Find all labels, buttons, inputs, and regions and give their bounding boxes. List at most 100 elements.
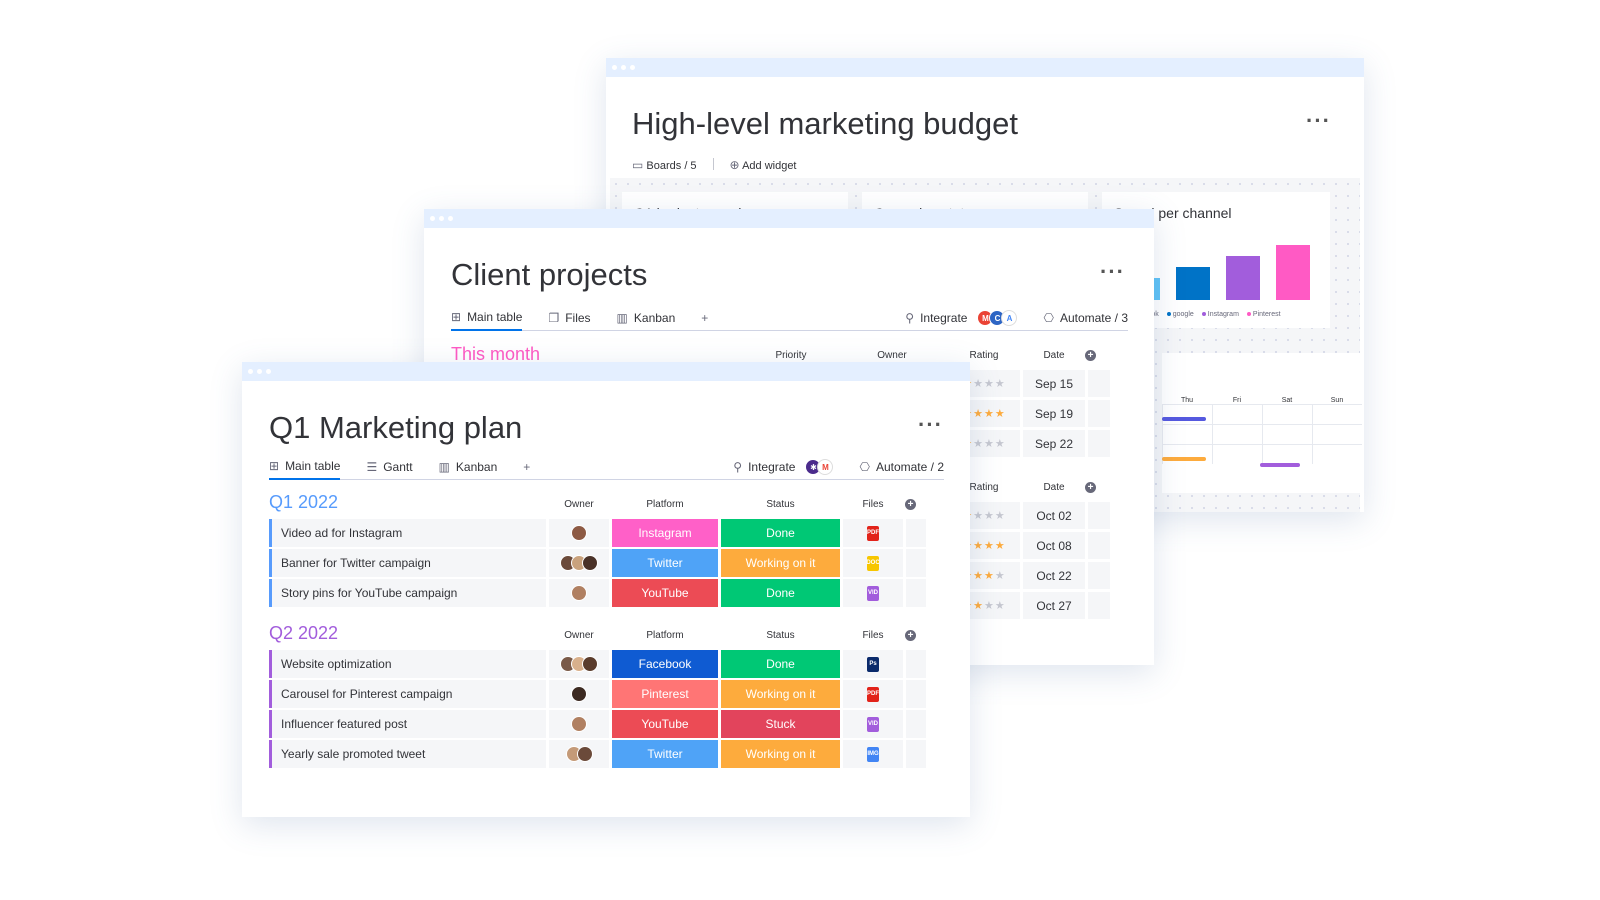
table-row[interactable]: Influencer featured post YouTube Stuck V… (269, 710, 926, 738)
files-cell[interactable]: IMG (843, 740, 903, 768)
table-row[interactable]: Carousel for Pinterest campaign Pinteres… (269, 680, 926, 708)
table-row[interactable]: Video ad for Instagram Instagram Done PD… (269, 519, 926, 547)
table-row[interactable]: ★★★★ Sep 22 (948, 430, 1110, 457)
status-cell[interactable]: Done (721, 579, 840, 607)
group-title[interactable]: Q2 2022 (269, 623, 338, 644)
add-view-button[interactable]: + (523, 455, 530, 480)
pdf-file-icon[interactable]: PDF (867, 525, 879, 541)
files-cell[interactable]: Ps (843, 650, 903, 678)
image-file-icon[interactable]: IMG (867, 746, 879, 762)
bar-instagram (1226, 256, 1260, 300)
doc-file-icon[interactable]: DOC (866, 555, 880, 571)
tab-kanban[interactable]: ▥ Kanban (439, 455, 498, 480)
table-row[interactable]: Website optimization Facebook Done Ps (269, 650, 926, 678)
files-cell[interactable]: VID (843, 579, 903, 607)
avatar (571, 716, 587, 732)
video-file-icon[interactable]: VID (867, 585, 879, 601)
item-name[interactable]: Influencer featured post (269, 710, 546, 738)
boards-link[interactable]: ▭ Boards / 5 (632, 158, 697, 172)
item-name[interactable]: Story pins for YouTube campaign (269, 579, 546, 607)
photoshop-file-icon[interactable]: Ps (867, 656, 879, 672)
status-cell[interactable]: Working on it (721, 740, 840, 768)
item-name[interactable]: Website optimization (269, 650, 546, 678)
calendar-event[interactable] (1162, 457, 1206, 461)
status-cell[interactable]: Done (721, 519, 840, 547)
item-name[interactable]: Banner for Twitter campaign (269, 549, 546, 577)
platform-cell[interactable]: YouTube (612, 710, 718, 738)
platform-cell[interactable]: YouTube (612, 579, 718, 607)
tab-main-table[interactable]: ⊞ Main table (269, 455, 341, 480)
status-cell[interactable]: Working on it (721, 549, 840, 577)
status-cell[interactable]: Stuck (721, 710, 840, 738)
integrate-button[interactable]: ⚲ Integrate ✱ M (733, 455, 834, 480)
table-row[interactable]: ★★★★ Oct 08 (948, 532, 1110, 559)
platform-cell[interactable]: Pinterest (612, 680, 718, 708)
avatar (582, 555, 598, 571)
table-row[interactable]: ★★★ ★ Oct 22 (948, 562, 1110, 589)
status-cell[interactable]: Working on it (721, 680, 840, 708)
integrate-button[interactable]: ⚲ Integrate MCA (905, 306, 1018, 331)
calendar-week (1162, 404, 1362, 424)
more-options-icon[interactable]: ··· (1306, 110, 1331, 132)
add-column-icon[interactable]: + (905, 499, 916, 510)
date-cell[interactable]: Sep 15 (1023, 370, 1085, 397)
tab-kanban[interactable]: ▥ Kanban (617, 306, 676, 331)
board-icon: ▭ (632, 158, 644, 172)
files-cell[interactable]: PDF (843, 519, 903, 547)
platform-cell[interactable]: Facebook (612, 650, 718, 678)
files-cell[interactable]: PDF (843, 680, 903, 708)
add-widget-button[interactable]: ⊕ Add widget (730, 158, 797, 172)
table-row[interactable]: ★★★★ Sep 15 (948, 370, 1110, 397)
pdf-file-icon[interactable]: PDF (867, 686, 879, 702)
date-cell[interactable]: Oct 22 (1023, 562, 1085, 589)
item-name[interactable]: Carousel for Pinterest campaign (269, 680, 546, 708)
files-cell[interactable]: DOC (843, 549, 903, 577)
add-column-icon[interactable]: + (1085, 350, 1096, 361)
owner-cell[interactable] (549, 519, 609, 547)
table-row[interactable]: Banner for Twitter campaign Twitter Work… (269, 549, 926, 577)
table-row[interactable]: Yearly sale promoted tweet Twitter Worki… (269, 740, 926, 768)
automate-button[interactable]: ⎔ Automate / 3 (1043, 306, 1128, 331)
date-cell[interactable]: Sep 22 (1023, 430, 1085, 457)
status-cell[interactable]: Done (721, 650, 840, 678)
platform-cell[interactable]: Twitter (612, 740, 718, 768)
video-file-icon[interactable]: VID (867, 716, 879, 732)
platform-cell[interactable]: Instagram (612, 519, 718, 547)
table-row[interactable]: ★★ ★★ Oct 27 (948, 592, 1110, 619)
avatar (571, 525, 587, 541)
date-cell[interactable]: Oct 08 (1023, 532, 1085, 559)
tab-main-table[interactable]: ⊞ Main table (451, 306, 523, 331)
calendar-event[interactable] (1162, 417, 1206, 421)
automate-button[interactable]: ⎔ Automate / 2 (859, 455, 944, 480)
item-name[interactable]: Video ad for Instagram (269, 519, 546, 547)
item-name[interactable]: Yearly sale promoted tweet (269, 740, 546, 768)
owner-cell[interactable] (549, 710, 609, 738)
calendar-widget[interactable]: Thu Fri Sat Sun (1162, 353, 1362, 493)
files-cell[interactable]: VID (843, 710, 903, 738)
owner-cell[interactable] (549, 579, 609, 607)
legend-item: Pinterest (1246, 311, 1281, 318)
add-column-icon[interactable]: + (1085, 482, 1096, 493)
group-title[interactable]: Q1 2022 (269, 492, 338, 513)
table-row[interactable]: ★★★★ Oct 02 (948, 502, 1110, 529)
view-tabs: ⊞ Main table ☰ Gantt ▥ Kanban + ⚲ Integrate … (269, 455, 944, 480)
owner-cell[interactable] (549, 650, 609, 678)
add-column-icon[interactable]: + (905, 630, 916, 641)
date-cell[interactable]: Oct 27 (1023, 592, 1085, 619)
table-row[interactable]: ★★★★ Sep 19 (948, 400, 1110, 427)
add-view-button[interactable]: + (701, 306, 708, 331)
date-cell[interactable]: Sep 19 (1023, 400, 1085, 427)
date-cell[interactable]: Oct 02 (1023, 502, 1085, 529)
owner-cell[interactable] (549, 740, 609, 768)
table-row[interactable]: Story pins for YouTube campaign YouTube … (269, 579, 926, 607)
more-options-icon[interactable]: ··· (1100, 261, 1125, 283)
owner-cell[interactable] (549, 680, 609, 708)
owner-cell[interactable] (549, 549, 609, 577)
tab-gantt[interactable]: ☰ Gantt (366, 455, 412, 480)
tab-files[interactable]: ❐ Files (548, 306, 590, 331)
row-end-cell (906, 650, 926, 678)
more-options-icon[interactable]: ··· (918, 414, 943, 436)
row-end-cell (906, 519, 926, 547)
platform-cell[interactable]: Twitter (612, 549, 718, 577)
calendar-event[interactable] (1260, 463, 1300, 467)
